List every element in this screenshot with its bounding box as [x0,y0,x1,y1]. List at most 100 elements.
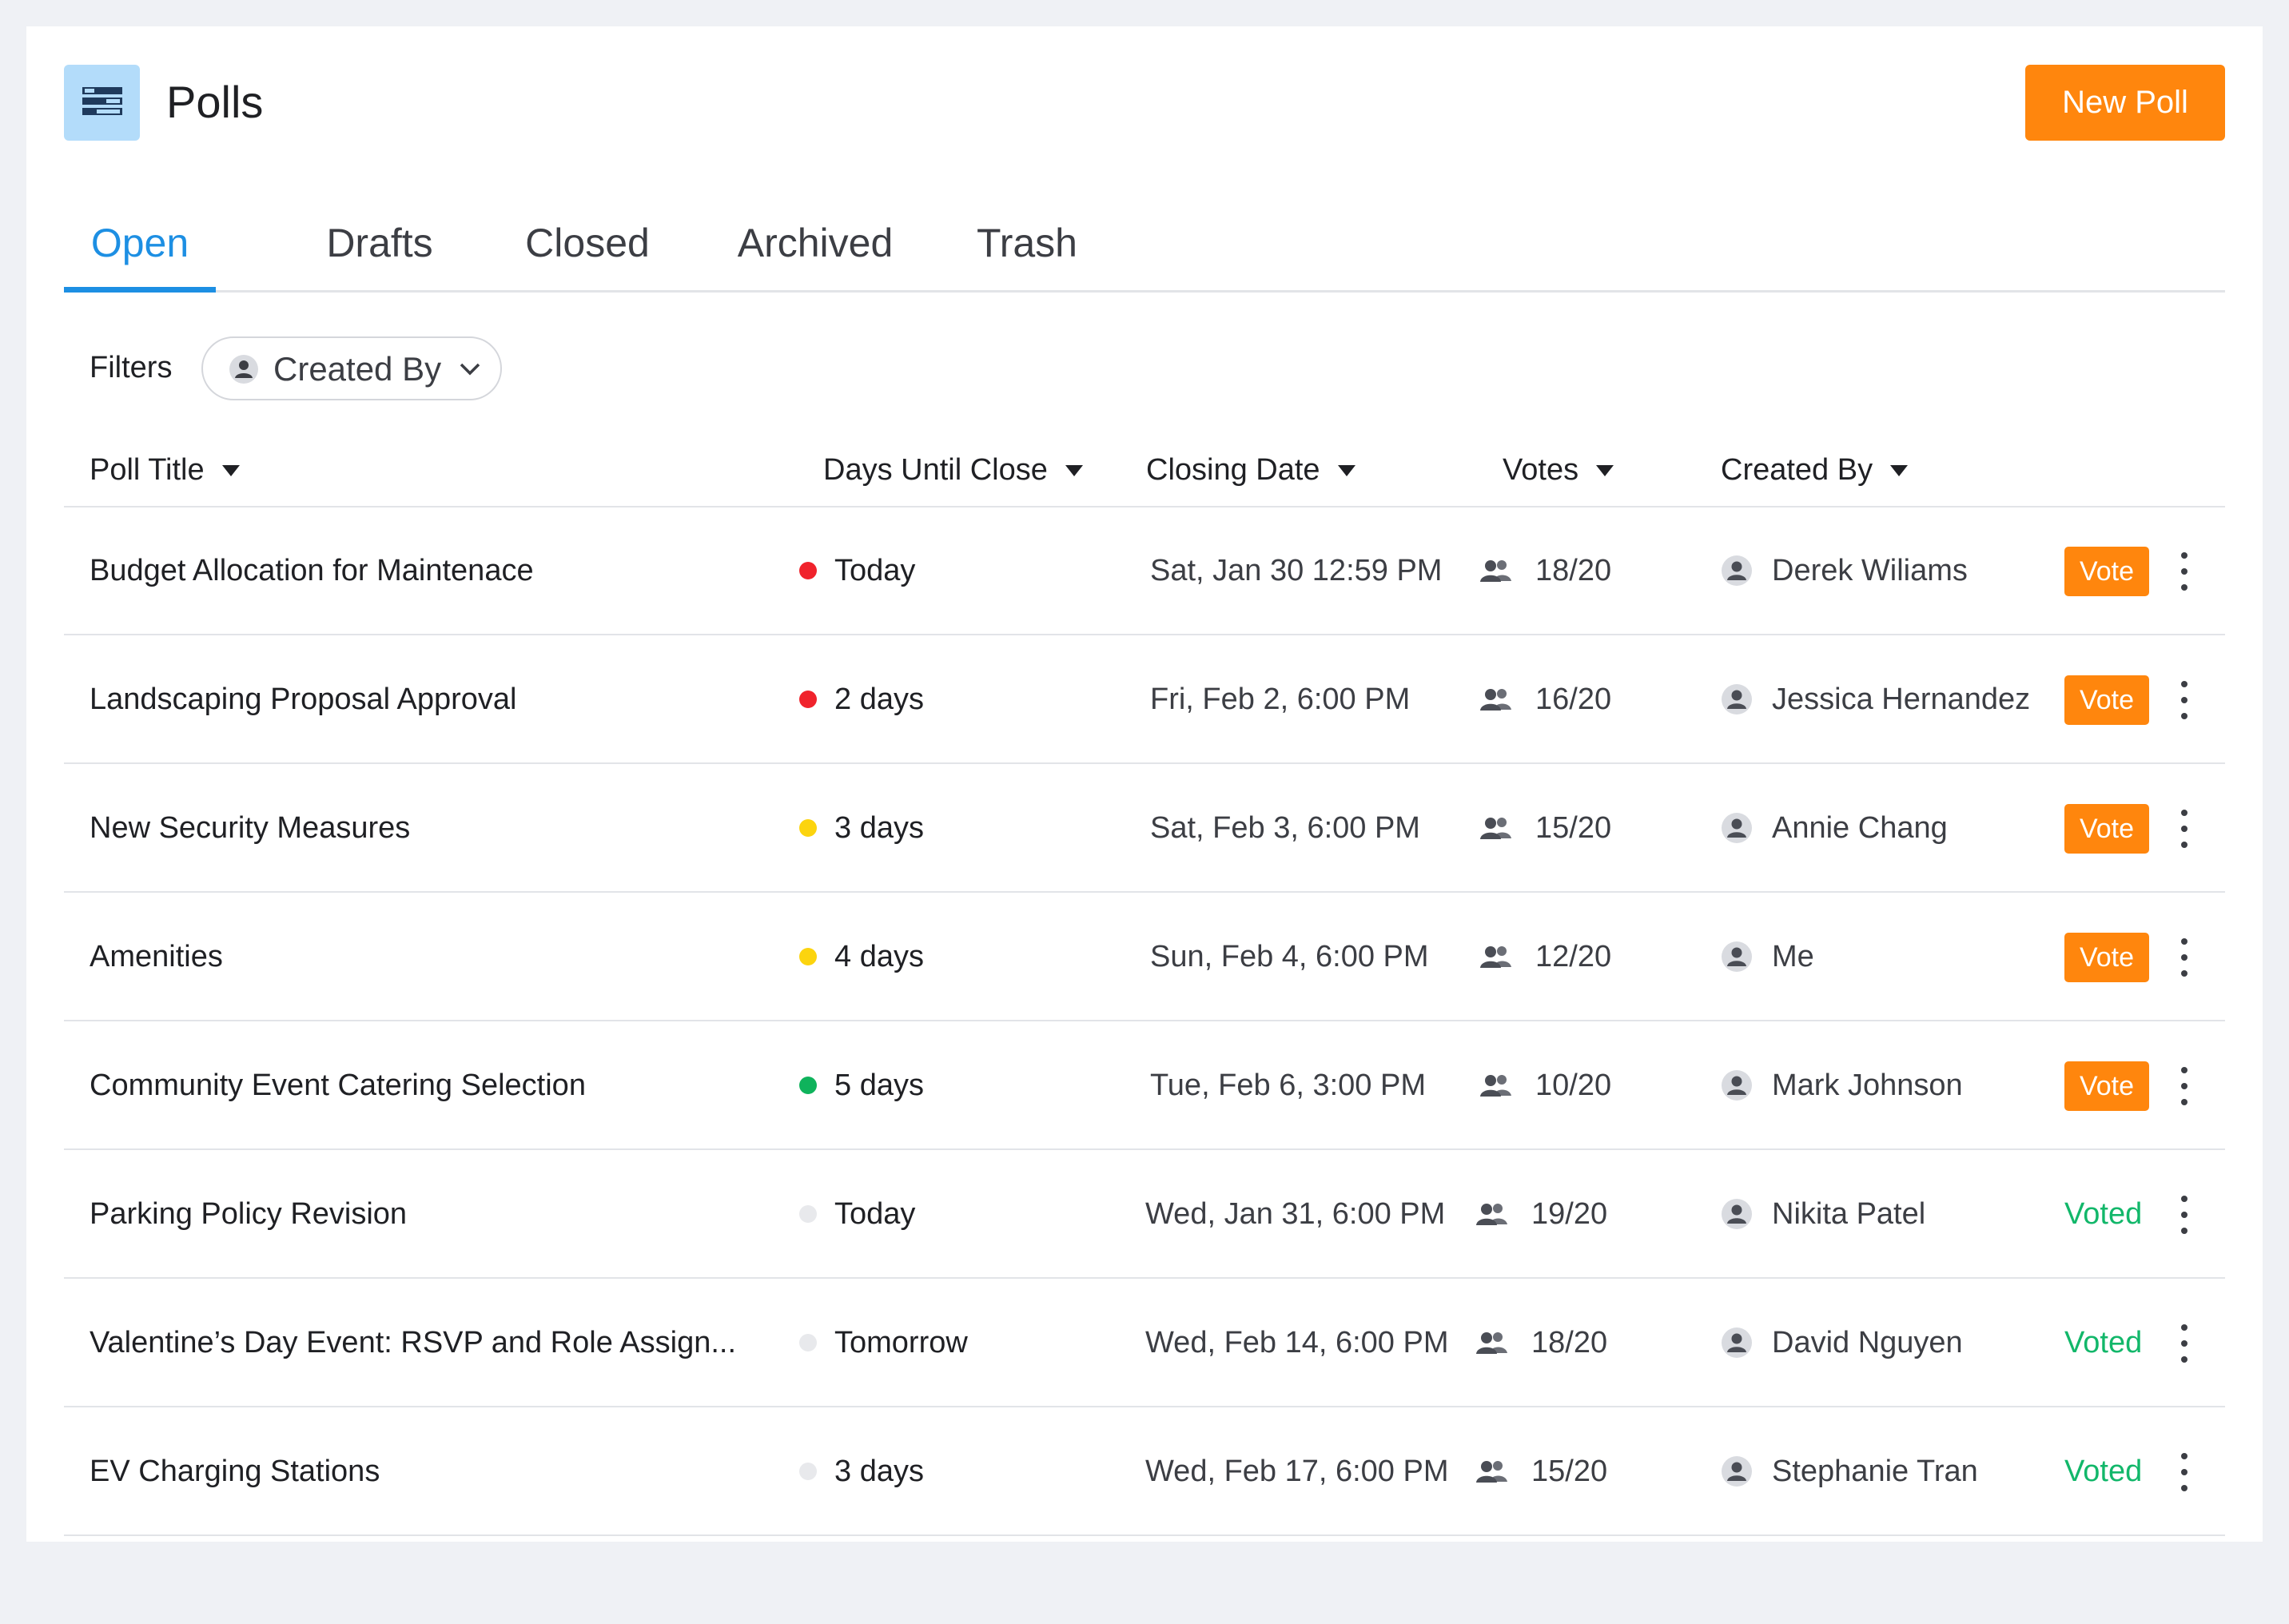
created-by: Annie Chang [1721,765,1948,891]
sort-caret-icon [1337,464,1355,476]
days-label: Today [834,1196,916,1231]
creator-name: David Nguyen [1772,1325,1963,1359]
days-until-close: Today [799,508,915,634]
tab-closed[interactable]: Closed [512,206,663,293]
avatar-icon [1722,941,1752,972]
column-header-title[interactable]: Poll Title [90,453,240,488]
sort-caret-icon [1596,464,1614,476]
more-options-icon[interactable] [2174,552,2195,591]
poll-title[interactable]: Valentine’s Day Event: RSVP and Role Ass… [90,1280,736,1406]
voted-status: Voted [2064,1196,2143,1231]
status-dot [799,819,817,837]
creator-name: Annie Chang [1772,810,1948,845]
more-options-icon[interactable] [2174,1453,2195,1491]
vote-button[interactable]: Vote [2064,804,2149,854]
chevron-down-icon [460,363,480,376]
creator-name: Derek Wiliams [1772,553,1968,587]
vote-button[interactable]: Vote [2064,675,2149,725]
sort-caret-icon [1890,464,1909,476]
sort-caret-icon [221,464,240,476]
days-until-close: Today [799,1151,915,1277]
polls-app-icon [64,65,140,141]
tab-open[interactable]: Open [64,206,216,293]
poll-title[interactable]: Landscaping Proposal Approval [90,636,517,762]
people-icon [1480,689,1511,710]
avatar-icon [1722,1070,1752,1101]
column-header-days[interactable]: Days Until Close [823,453,1083,488]
votes-count: 15/20 [1475,1408,1607,1534]
table-row[interactable]: Budget Allocation for Maintenace Today Sat… [64,508,2225,635]
people-icon [1480,946,1511,968]
creator-name: Jessica Hernandez [1772,682,2031,716]
avatar-icon [1722,684,1752,714]
votes-value: 10/20 [1535,1068,1612,1102]
created-by: Me [1721,894,1814,1020]
closing-date: Wed, Jan 31, 6:00 PM [1145,1196,1446,1231]
tab-archived[interactable]: Archived [719,206,911,293]
table-row[interactable]: New Security Measures 3 days Sat, Feb 3, 6… [64,765,2225,893]
avatar-icon [1722,1327,1752,1358]
more-options-icon[interactable] [2174,1067,2195,1105]
table-row[interactable]: Landscaping Proposal Approval 2 days Fri, … [64,636,2225,764]
column-header-votes[interactable]: Votes [1503,453,1614,488]
poll-title[interactable]: EV Charging Stations [90,1408,380,1534]
closing-date: Sun, Feb 4, 6:00 PM [1150,939,1429,973]
table-header: Poll Title Days Until Close Closing Date… [64,442,2225,508]
created-by-filter[interactable]: Created By [201,336,502,400]
more-options-icon[interactable] [2174,1324,2195,1363]
created-by: Stephanie Tran [1721,1408,1978,1534]
column-header-creator[interactable]: Created By [1721,453,1909,488]
column-header-date[interactable]: Closing Date [1146,453,1355,488]
created-by-filter-label: Created By [273,350,442,388]
days-label: Tomorrow [834,1325,968,1359]
polls-panel: Polls New Poll Open Drafts Closed Archiv… [26,26,2263,1542]
votes-value: 15/20 [1535,810,1612,845]
votes-value: 18/20 [1535,553,1612,587]
days-label: 3 days [834,1454,924,1488]
votes-count: 15/20 [1479,765,1611,891]
user-icon [229,355,258,384]
filters-label: Filters [90,351,173,384]
new-poll-button[interactable]: New Poll [2025,65,2225,141]
people-icon [1476,1332,1507,1354]
days-until-close: 3 days [799,765,924,891]
table-row[interactable]: Amenities 4 days Sun, Feb 4, 6:00 PM 12/20 M… [64,894,2225,1021]
page-title: Polls [166,77,264,127]
created-by: Derek Wiliams [1721,508,1968,634]
poll-title[interactable]: Amenities [90,894,223,1020]
votes-count: 10/20 [1479,1022,1611,1148]
people-icon [1476,1204,1507,1225]
closing-date: Fri, Feb 2, 6:00 PM [1150,682,1411,716]
table-row[interactable]: Parking Policy Revision Today Wed, Jan 31,… [64,1151,2225,1279]
poll-title[interactable]: New Security Measures [90,765,410,891]
more-options-icon[interactable] [2174,938,2195,977]
poll-title[interactable]: Budget Allocation for Maintenace [90,508,534,634]
voted-status: Voted [2064,1325,2143,1359]
page-header: Polls New Poll [64,65,2225,141]
more-options-icon[interactable] [2174,810,2195,848]
votes-count: 18/20 [1475,1280,1607,1406]
status-tabs: Open Drafts Closed Archived Trash [64,206,2225,293]
vote-button[interactable]: Vote [2064,1061,2149,1111]
poll-title[interactable]: Parking Policy Revision [90,1151,407,1277]
poll-title[interactable]: Community Event Catering Selection [90,1022,586,1148]
people-icon [1480,560,1511,582]
created-by: Mark Johnson [1721,1022,1963,1148]
days-until-close: 5 days [799,1022,924,1148]
vote-button[interactable]: Vote [2064,547,2149,596]
closing-date: Tue, Feb 6, 3:00 PM [1150,1068,1426,1102]
votes-count: 18/20 [1479,508,1611,634]
votes-count: 19/20 [1475,1151,1607,1277]
table-row[interactable]: Community Event Catering Selection 5 days… [64,1022,2225,1150]
more-options-icon[interactable] [2174,681,2195,719]
vote-button[interactable]: Vote [2064,933,2149,982]
tab-drafts[interactable]: Drafts [304,206,456,293]
more-options-icon[interactable] [2174,1196,2195,1234]
tab-trash[interactable]: Trash [951,206,1103,293]
status-dot [799,1334,817,1351]
votes-count: 16/20 [1479,636,1611,762]
created-by: Nikita Patel [1721,1151,1925,1277]
days-label: 5 days [834,1068,924,1102]
table-row[interactable]: EV Charging Stations 3 days Wed, Feb 17, 6… [64,1408,2225,1536]
table-row[interactable]: Valentine’s Day Event: RSVP and Role Ass… [64,1280,2225,1407]
